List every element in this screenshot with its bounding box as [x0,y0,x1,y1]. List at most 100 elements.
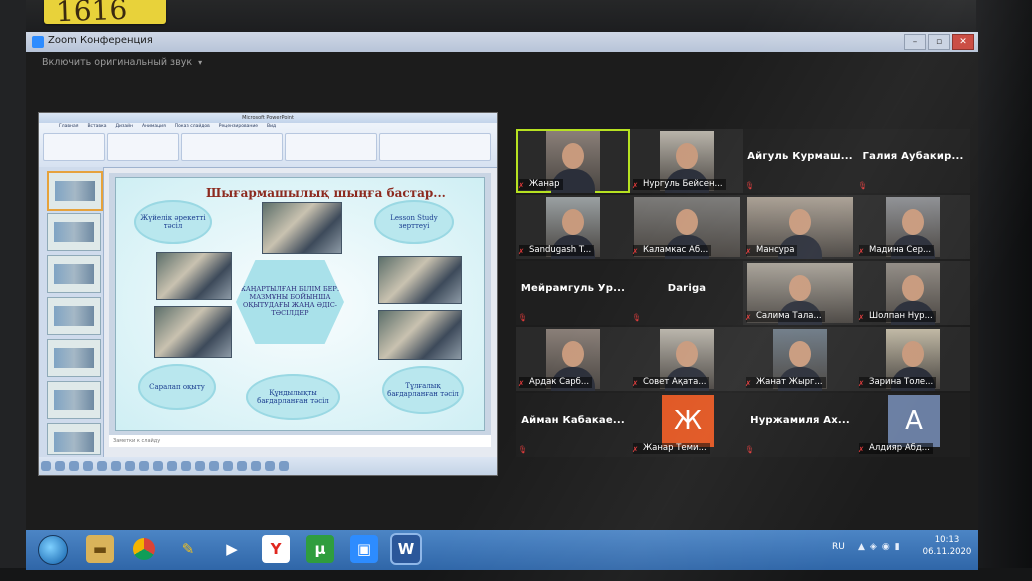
participant-name-large: Айман Кабакае... [521,415,625,426]
cloud-values: Құндылықты бағдарланған тәсіл [246,374,340,420]
chrome-icon[interactable] [130,535,158,563]
muted-mic-icon: ✗ [858,313,865,322]
participant-face [562,341,584,367]
sticky-note-label: 1616 [44,0,166,28]
slide-thumbnail [47,171,103,211]
participant-face [902,341,924,367]
clock-time: 10:13 [934,535,960,545]
slide-canvas: Шығармашылық шыңға бастар... Жүйелік әре… [109,173,491,435]
participant-name-large: Dariga [667,283,707,294]
muted-mic-icon: 🎙 [518,313,528,322]
slide: Шығармашылық шыңға бастар... Жүйелік әре… [115,177,485,431]
language-indicator[interactable]: RU [832,542,845,552]
muted-mic-icon: ✗ [745,247,752,256]
slide-photo [154,306,232,358]
participant-name: Зарина Толе... [859,377,937,388]
participant-tile[interactable]: Каламкас Аб... ✗ [630,195,744,259]
word-icon[interactable]: W [392,535,420,563]
participant-name: Нургуль Бейсен... [633,179,726,190]
maximize-button[interactable]: ▫ [928,34,950,50]
explorer-icon[interactable]: ▬ [86,535,114,563]
participant-tile[interactable]: Айман Кабакае... 🎙 [516,393,630,457]
participant-tile[interactable]: Ардак Сарб... ✗ [516,327,630,391]
original-sound-toggle[interactable]: Включить оригинальный звук ▾ [42,57,202,68]
window-controls: – ▫ ✕ [904,34,974,50]
participant-tile[interactable]: Жанар ✗ [516,129,630,193]
participant-tile[interactable]: Шолпан Нур... ✗ [856,261,970,325]
participant-tile[interactable]: Sandugash T... ✗ [516,195,630,259]
monitor-bezel-right [976,0,1032,581]
participant-tile[interactable]: Мансура ✗ [743,195,857,259]
ribbon-group [181,133,283,161]
sticky-note-number: 1616 [55,0,128,29]
clock[interactable]: 10:13 06.11.2020 [920,534,974,558]
slide-notes[interactable]: Заметки к слайду [109,435,491,447]
participant-tile[interactable]: Жанат Жырг... ✗ [743,327,857,391]
chevron-down-icon: ▾ [198,58,203,67]
participant-name-large: Нуржамиля Ах... [750,415,850,426]
camera-icon[interactable]: ▶ [218,535,246,563]
participant-face [902,275,924,301]
slide-photo [262,202,342,254]
muted-mic-icon: ✗ [858,379,865,388]
participant-face [902,209,924,235]
participant-tile[interactable]: Совет Ақата... ✗ [630,327,744,391]
participant-tile[interactable]: Нуржамиля Ах... 🎙 [743,393,857,457]
participant-name: Алдияр Абд... [859,443,933,454]
ribbon-tabs: Главная Вставка Дизайн Анимация Показ слайдо… [59,124,277,129]
participant-name: Шолпан Нур... [859,311,936,322]
participant-tile[interactable]: Галия Аубакир... 🎙 [856,129,970,193]
close-button[interactable]: ✕ [952,34,974,50]
slide-thumbnail [47,255,101,293]
muted-mic-icon: ✗ [858,247,865,256]
muted-mic-icon: ✗ [632,379,639,388]
cloud-lesson-study: Lesson Study зерттеуі [374,200,454,244]
participant-tile[interactable]: Салима Тала... ✗ [743,261,857,325]
participant-face [676,209,698,235]
shared-screen: Microsoft PowerPoint Главная Вставка Дизай… [38,112,498,476]
yandex-icon[interactable]: Y [262,535,290,563]
cloud-personal: Тұлғалық бағдарланған тәсіл [382,366,464,414]
monitor-bezel-left [0,0,26,581]
window-titlebar[interactable]: Zoom Конференция – ▫ ✕ [26,32,978,52]
muted-mic-icon: ✗ [858,445,865,454]
participant-tile[interactable]: Мейрамгуль Ур... 🎙 [516,261,630,325]
shared-taskbar [41,461,289,471]
ribbon-group [43,133,105,161]
muted-mic-icon: ✗ [745,379,752,388]
center-hexagon: ЖАҢАРТЫЛҒАН БІЛІМ БЕРУ МАЗМҰНЫ БОЙЫНША О… [236,260,344,344]
participant-tile[interactable]: Dariga 🎙 [630,261,744,325]
participant-name-large: Мейрамгуль Ур... [520,283,626,294]
participant-tile[interactable]: Мадина Сер... ✗ [856,195,970,259]
participant-name: Sandugash T... [519,245,595,256]
participant-tile[interactable]: Ж Жанар Теми... ✗ [630,393,744,457]
tray-icons[interactable]: ▲◈◉▮ [858,542,905,552]
participant-face [676,143,698,169]
cloud-differentiated: Саралап оқыту [138,364,216,410]
participant-gallery: Жанар ✗ Нургуль Бейсен... ✗ Айгуль Курмаш...… [516,129,970,457]
participant-face [789,275,811,301]
minimize-button[interactable]: – [904,34,926,50]
participant-name: Мадина Сер... [859,245,935,256]
slide-thumbnail [47,213,101,251]
paint-icon[interactable]: ✎ [174,535,202,563]
participant-tile[interactable]: Айгуль Курмаш... 🎙 [743,129,857,193]
participant-face [789,209,811,235]
muted-mic-icon: 🎙 [518,445,528,454]
slide-title: Шығармашылық шыңға бастар... [206,186,446,200]
participant-name-large: Галия Аубакир... [862,151,964,162]
muted-mic-icon: 🎙 [745,181,755,190]
participant-tile[interactable]: A Алдияр Абд... ✗ [856,393,970,457]
original-sound-label: Включить оригинальный звук [42,57,193,68]
start-button[interactable] [38,535,68,565]
participant-tile[interactable]: Зарина Толе... ✗ [856,327,970,391]
muted-mic-icon: 🎙 [632,313,642,322]
participant-name: Мансура [746,245,798,256]
participant-name: Салима Тала... [746,311,825,322]
slide-thumbnail [47,339,101,377]
zoom-taskbar-icon[interactable]: ▣ [350,535,378,563]
participant-tile[interactable]: Нургуль Бейсен... ✗ [630,129,744,193]
zoom-app-icon [32,36,44,48]
utorrent-icon[interactable]: µ [306,535,334,563]
ribbon-group [379,133,491,161]
